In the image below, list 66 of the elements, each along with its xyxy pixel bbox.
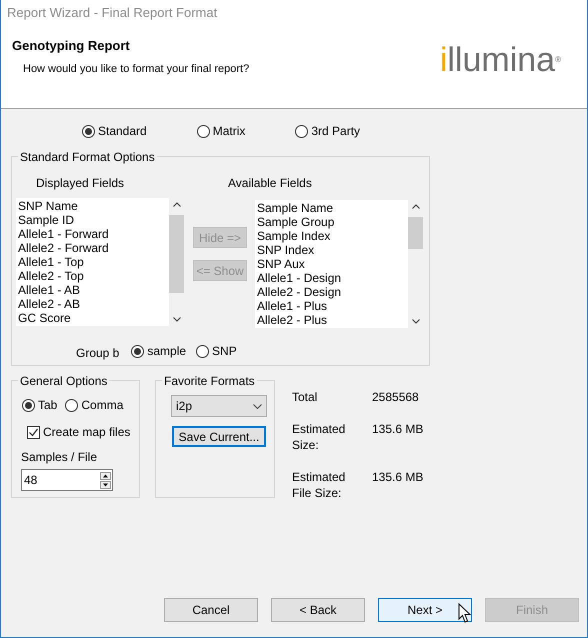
radio-button[interactable] (295, 124, 308, 138)
list-label: Displayed Fields (36, 176, 124, 190)
summary-label: Estimated Size: (292, 421, 346, 453)
list-item[interactable]: SNP Name (18, 199, 169, 213)
list-item[interactable]: Allele1 - Plus (257, 299, 408, 313)
scroll-up-icon[interactable] (172, 202, 180, 207)
header-title: Genotyping Report (12, 37, 131, 55)
window-title: Report Wizard - Final Report Format (7, 4, 218, 22)
list-item[interactable]: Allele1 - AB (18, 283, 169, 297)
checkbox-label: Create map files (43, 424, 130, 441)
field-list[interactable]: Sample Name Sample Group Sample Index SNP Index SNP Aux Allele1 - Design Allele2 - Design Allele1 - Plus Allele2 - Plus (255, 200, 423, 328)
list-item[interactable]: GC Score (18, 311, 169, 325)
wizard-button[interactable]: Cancel (164, 598, 258, 622)
summary-value: 135.6 MB (372, 421, 424, 437)
wizard-button[interactable]: Next > (378, 598, 472, 622)
field-list[interactable]: SNP Name Sample ID Allele1 - Forward Allele2 - Forward Allele1 - Top Allele2 - Top Allele1 - AB Allele2 - AB GC Score (16, 198, 184, 326)
radio-label: Standard (98, 123, 147, 140)
list-item[interactable]: Allele1 - Forward (18, 227, 169, 241)
list-item[interactable]: SNP Aux (257, 257, 408, 271)
spin-down-icon[interactable] (100, 480, 111, 488)
field-label: Samples / File (21, 450, 98, 464)
radio-label: Tab (38, 397, 58, 414)
summary-label: Total (292, 389, 318, 405)
summary-value: 135.6 MB (372, 469, 424, 485)
spin-up-icon[interactable] (100, 472, 111, 480)
list-item[interactable]: SNP Index (257, 243, 408, 257)
scrollbar-thumb[interactable] (408, 217, 423, 249)
list-item[interactable]: Sample Group (257, 215, 408, 229)
list-item[interactable]: Allele2 - Top (18, 269, 169, 283)
list-item[interactable]: Allele2 - AB (18, 297, 169, 311)
radio-button[interactable] (196, 344, 210, 358)
scroll-down-icon[interactable] (172, 317, 180, 322)
list-item[interactable]: Sample Name (257, 201, 408, 215)
scrollbar-thumb[interactable] (169, 215, 184, 293)
save-current-button[interactable]: Save Current... (172, 426, 266, 447)
list-item[interactable]: Allele1 - Design (257, 271, 408, 285)
radio-button[interactable] (65, 398, 78, 412)
list-item[interactable]: Sample Index (257, 229, 408, 243)
chevron-down-icon (253, 404, 262, 408)
samples-spinbox[interactable]: 48 (21, 469, 113, 491)
header-subtitle: How would you like to format your final report? (23, 62, 250, 76)
list-label: Available Fields (228, 176, 312, 190)
scroll-down-icon[interactable] (412, 319, 420, 324)
radio-label: 3rd Party (311, 123, 360, 140)
radio-label: sample (147, 343, 186, 360)
logo: illumina® (440, 42, 561, 78)
mouse-cursor-icon (458, 603, 471, 624)
format-dropdown[interactable]: i2p (171, 395, 267, 417)
list-item[interactable]: Allele2 - Design (257, 285, 408, 299)
summary-label: Estimated File Size: (292, 469, 346, 501)
scroll-up-icon[interactable] (412, 204, 420, 209)
list-item[interactable]: Allele2 - Forward (18, 241, 169, 255)
radio-button[interactable] (131, 344, 144, 358)
radio-button[interactable] (22, 398, 35, 412)
summary-value: 2585568 (372, 389, 419, 405)
list-item[interactable]: Allele1 - Top (18, 255, 169, 269)
radio-label: Comma (81, 397, 124, 414)
wizard-button[interactable]: < Back (271, 598, 365, 622)
group-by-label: Group b (76, 345, 120, 362)
list-item[interactable]: Sample ID (18, 213, 169, 227)
radio-label: Matrix (212, 123, 246, 140)
radio-button[interactable] (82, 124, 95, 138)
radio-button[interactable] (196, 124, 210, 138)
radio-label: SNP (212, 343, 237, 360)
list-item[interactable]: Allele2 - Plus (257, 313, 408, 327)
checkbox[interactable] (27, 426, 40, 438)
